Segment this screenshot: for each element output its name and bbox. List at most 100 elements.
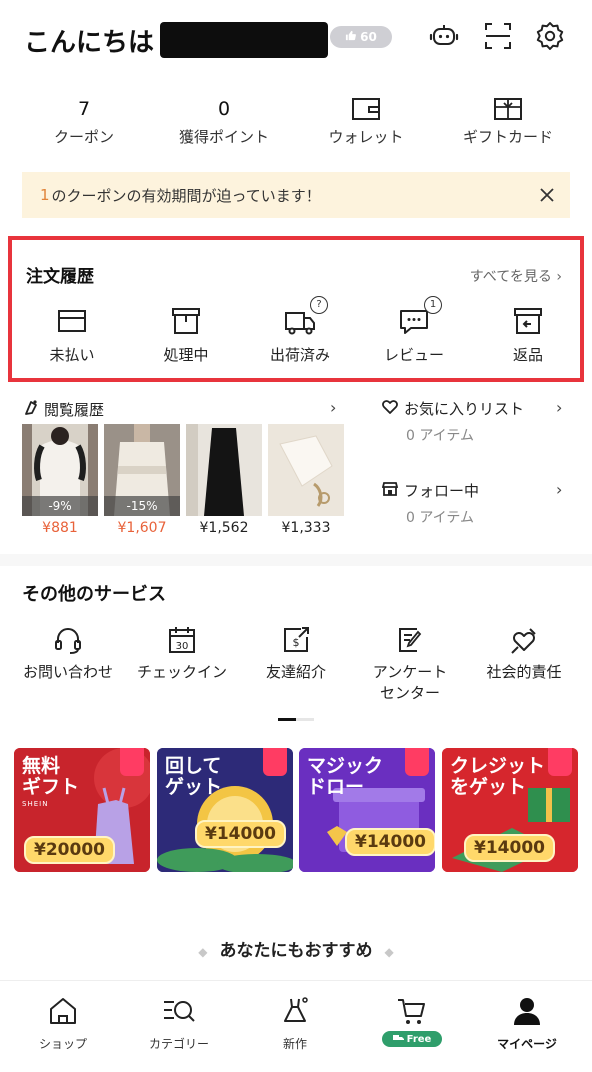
promo-free-gift-title: 無料 ギフト xyxy=(22,755,80,798)
points-label: 獲得ポイント xyxy=(178,128,269,146)
service-contact[interactable]: お問い合わせ xyxy=(10,620,126,683)
free-shipping-badge: Free xyxy=(382,1031,442,1047)
order-shipped[interactable]: ? 出荷済み xyxy=(250,296,350,365)
order-processing-label: 処理中 xyxy=(163,346,209,364)
coupon-expiry-notice[interactable]: 1 のクーポンの有効期間が迫っています！ xyxy=(22,172,570,218)
scan-icon[interactable] xyxy=(482,20,514,52)
promo-get-credit-title: クレジット をゲット xyxy=(450,755,546,798)
wishlist-chevron-icon[interactable]: › xyxy=(556,398,562,417)
services-pager xyxy=(278,718,314,721)
browsing-history-header[interactable]: 閲覧履歴 xyxy=(22,398,104,420)
thumb-up-icon xyxy=(345,30,357,44)
promo-spin[interactable]: 回して ゲット ¥14000 xyxy=(157,748,293,872)
points-stat[interactable]: 0 獲得ポイント xyxy=(150,92,298,147)
order-returns[interactable]: 返品 xyxy=(478,302,578,365)
gift-card-icon xyxy=(434,92,582,126)
review-bubble-icon: 1 xyxy=(364,296,464,340)
support-robot-icon[interactable] xyxy=(428,20,460,52)
dress-new-icon xyxy=(236,993,354,1029)
thumbs-up-tag-icon xyxy=(263,748,287,776)
section-divider xyxy=(0,554,592,566)
level-value: 60 xyxy=(360,30,377,44)
wallet-card-icon xyxy=(22,302,122,340)
other-services-title: その他のサービス xyxy=(22,584,166,605)
calendar-30-icon: 30 xyxy=(124,620,240,660)
wallet-icon xyxy=(292,92,440,126)
product-price-2: ¥1,607 xyxy=(117,520,167,536)
wallet-stat[interactable]: ウォレット xyxy=(292,92,440,147)
promo-magic-draw[interactable]: マジック ドロー ¥14000 xyxy=(299,748,435,872)
account-stats: 7 クーポン 0 獲得ポイント ウォレット ギフトカード xyxy=(0,92,592,156)
member-level-badge[interactable]: 60 xyxy=(330,26,392,48)
discount-label: -15% xyxy=(104,496,180,516)
tab-shop-label: ショップ xyxy=(38,1037,87,1051)
wishlist-count: 0 アイテム xyxy=(406,428,474,444)
order-unpaid-label: 未払い xyxy=(49,346,95,364)
cart-icon xyxy=(352,993,470,1029)
promo-spin-amount: ¥14000 xyxy=(195,820,286,848)
coupons-stat[interactable]: 7 クーポン xyxy=(10,92,158,147)
see-all-orders-link[interactable]: すべてを見る › xyxy=(470,266,562,286)
order-review-label: レビュー xyxy=(383,346,444,364)
product-thumb-1[interactable]: -9% xyxy=(22,424,98,516)
service-checkin[interactable]: 30 チェックイン xyxy=(124,620,240,683)
service-survey[interactable]: アンケート センター xyxy=(352,620,468,704)
tab-category-label: カテゴリー xyxy=(148,1037,209,1051)
heart-hand-icon xyxy=(466,620,582,660)
order-shipped-label: 出荷済み xyxy=(269,346,330,364)
close-icon[interactable] xyxy=(536,184,558,206)
tab-shop[interactable]: ショップ xyxy=(4,993,122,1052)
tab-category[interactable]: カテゴリー xyxy=(120,993,238,1052)
promo-get-credit[interactable]: クレジット をゲット ¥14000 xyxy=(442,748,578,872)
order-shipped-badge: ? xyxy=(310,296,328,314)
service-survey-label: アンケート センター xyxy=(372,663,448,702)
service-referral-label: 友達紹介 xyxy=(265,663,326,681)
giftcard-stat[interactable]: ギフトカード xyxy=(434,92,582,147)
expiring-coupon-count: 1 xyxy=(40,186,50,204)
settings-gear-icon[interactable] xyxy=(534,20,566,52)
order-history-section: 注文履歴 すべてを見る › 未払い 処理中 ? 出荷済み 1 レビュー 返品 xyxy=(8,236,584,382)
top-header: こんにちは 60 xyxy=(0,0,592,80)
share-dollar-icon: $ xyxy=(238,620,354,660)
diamond-icon: ◆ xyxy=(384,945,394,959)
product-price-1: ¥881 xyxy=(42,520,78,536)
service-checkin-label: チェックイン xyxy=(136,663,227,681)
svg-text:$: $ xyxy=(293,636,300,649)
order-unpaid[interactable]: 未払い xyxy=(22,302,122,365)
bottom-tab-bar: ショップ カテゴリー 新作 Free マイページ xyxy=(0,980,592,1072)
redacted-username xyxy=(160,22,328,58)
product-thumb-3[interactable] xyxy=(186,424,262,516)
diamond-icon: ◆ xyxy=(198,945,208,959)
tab-my-page[interactable]: マイページ xyxy=(468,993,586,1052)
points-count: 0 xyxy=(217,98,231,120)
browsing-history-title: 閲覧履歴 xyxy=(44,400,105,419)
see-all-label: すべてを見る xyxy=(469,269,552,285)
history-products: -9% ¥881 -15% ¥1,607 ¥1,562 ¥1,333 xyxy=(22,424,348,540)
thumbs-up-tag-icon xyxy=(548,748,572,776)
history-chevron-icon[interactable]: › xyxy=(330,398,336,417)
product-thumb-2[interactable]: -15% xyxy=(104,424,180,516)
wishlist-entry[interactable]: お気に入りリスト 0 アイテム xyxy=(382,398,572,445)
wallet-label: ウォレット xyxy=(328,128,404,146)
heart-icon xyxy=(382,399,398,418)
following-title: フォロー中 xyxy=(404,482,480,500)
pager-active xyxy=(278,718,296,721)
product-thumb-4[interactable] xyxy=(268,424,344,516)
service-referral[interactable]: $ 友達紹介 xyxy=(238,620,354,683)
tab-new[interactable]: 新作 xyxy=(236,993,354,1052)
order-review-badge: 1 xyxy=(424,296,442,314)
order-processing[interactable]: 処理中 xyxy=(136,302,236,365)
recommend-title: あなたにもおすすめ xyxy=(219,941,373,961)
svg-text:30: 30 xyxy=(176,641,189,652)
service-csr[interactable]: 社会的責任 xyxy=(466,620,582,683)
promo-magic-draw-amount: ¥14000 xyxy=(345,828,435,856)
order-review[interactable]: 1 レビュー xyxy=(364,296,464,365)
following-chevron-icon[interactable]: › xyxy=(556,480,562,499)
thumbs-up-tag-icon xyxy=(405,748,429,776)
discount-label: -9% xyxy=(22,496,98,516)
promo-free-gift[interactable]: 無料 ギフト SHEIN ¥20000 xyxy=(14,748,150,872)
promo-free-gift-amount: ¥20000 xyxy=(24,836,115,864)
tab-cart[interactable]: Free xyxy=(352,993,470,1047)
following-entry[interactable]: フォロー中 0 アイテム xyxy=(381,480,572,527)
box-icon xyxy=(136,302,236,340)
